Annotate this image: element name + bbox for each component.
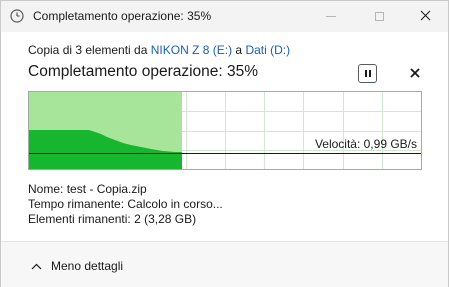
maximize-button[interactable] bbox=[356, 1, 402, 32]
cancel-button[interactable] bbox=[405, 64, 424, 83]
transfer-details: Nome: test - Copia.zip Tempo rimanente: … bbox=[28, 182, 223, 227]
cancel-icon bbox=[409, 65, 420, 83]
transfer-speed-graph: Velocità: 0,99 GB/s bbox=[28, 91, 422, 170]
speed-graph-canvas bbox=[29, 92, 421, 169]
file-name-row: Nome: test - Copia.zip bbox=[28, 182, 223, 197]
source-connector: a bbox=[232, 43, 246, 57]
close-icon bbox=[420, 8, 431, 26]
source-drive-link[interactable]: NIKON Z 8 (E:) bbox=[151, 43, 232, 57]
less-details-toggle[interactable]: Meno dettagli bbox=[31, 259, 123, 273]
maximize-icon bbox=[374, 12, 384, 21]
less-details-label: Meno dettagli bbox=[51, 259, 124, 273]
items-remaining-value: 2 (3,28 GB) bbox=[134, 212, 197, 226]
time-remaining-row: Tempo rimanente: Calcolo in corso... bbox=[28, 197, 223, 212]
time-remaining-label: Tempo rimanente: bbox=[28, 197, 125, 211]
file-name-label: Nome: bbox=[28, 182, 64, 196]
copy-source-description: Copia di 3 elementi da NIKON Z 8 (E:) a … bbox=[28, 43, 290, 57]
items-remaining-label: Elementi rimanenti: bbox=[28, 212, 131, 226]
destination-drive-link[interactable]: Dati (D:) bbox=[245, 43, 290, 57]
minimize-button[interactable] bbox=[308, 1, 354, 32]
time-remaining-value: Calcolo in corso... bbox=[127, 197, 223, 211]
pause-button[interactable] bbox=[358, 64, 377, 83]
minimize-icon bbox=[326, 16, 336, 17]
title-bar: Completamento operazione: 35% bbox=[1, 1, 448, 32]
progress-heading: Completamento operazione: 35% bbox=[28, 63, 259, 80]
copy-progress-icon bbox=[10, 9, 24, 23]
items-remaining-row: Elementi rimanenti: 2 (3,28 GB) bbox=[28, 212, 223, 227]
speed-label: Velocità: 0,99 GB/s bbox=[314, 137, 417, 151]
window-title: Completamento operazione: 35% bbox=[33, 9, 212, 23]
close-button[interactable] bbox=[402, 1, 448, 32]
file-name-value: test - Copia.zip bbox=[66, 182, 147, 196]
dialog-footer: Meno dettagli bbox=[1, 241, 448, 287]
copy-dialog: Completamento operazione: 35% Copia di 3… bbox=[0, 0, 449, 287]
pause-icon-bar bbox=[369, 70, 371, 77]
pause-icon bbox=[365, 70, 367, 77]
source-prefix: Copia di 3 elementi da bbox=[28, 43, 151, 57]
chevron-up-icon bbox=[31, 259, 42, 273]
